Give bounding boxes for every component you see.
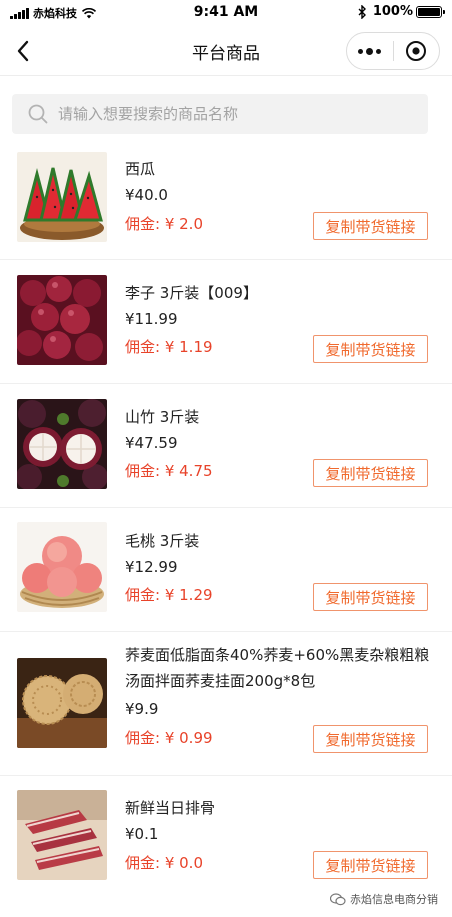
more-dots-icon [358,47,382,55]
product-name: 新鲜当日排骨 [125,799,216,817]
product-price: ¥0.1 [125,825,159,843]
copy-link-button[interactable]: 复制带货链接 [313,335,428,363]
copy-link-button[interactable]: 复制带货链接 [313,212,428,240]
mini-program-capsule [346,32,440,70]
product-image-noodles[interactable] [17,658,107,748]
nav-bar: 平台商品 [0,26,452,76]
bluetooth-icon [358,4,366,19]
product-image-peaches[interactable] [17,522,107,612]
watermark: 赤焰信息电商分销 [330,891,438,907]
copy-link-button[interactable]: 复制带货链接 [313,725,428,753]
product-image-plums[interactable] [17,275,107,365]
product-commission: 佣金: ¥ 1.29 [125,586,213,604]
product-item[interactable]: 山竹 3斤装 ¥47.59 佣金: ¥ 4.75 复制带货链接 [0,384,452,508]
product-name: 西瓜 [125,160,156,178]
product-price: ¥9.9 [125,700,159,718]
product-commission: 佣金: ¥ 0.99 [125,729,213,747]
copy-link-button[interactable]: 复制带货链接 [313,459,428,487]
search-input[interactable] [58,105,398,123]
product-image-mangosteen[interactable] [17,399,107,489]
search-icon [28,104,48,124]
target-close-icon [406,41,427,61]
product-item[interactable]: 毛桃 3斤装 ¥12.99 佣金: ¥ 1.29 复制带货链接 [0,508,452,632]
product-commission: 佣金: ¥ 4.75 [125,462,213,480]
product-name: 荞麦面低脂面条40%荞麦+60%黑麦杂粮粗粮汤面拌面荞麦挂面200g*8包 [125,646,430,690]
more-button[interactable] [347,33,393,69]
product-commission: 佣金: ¥ 2.0 [125,215,203,233]
product-image-ribs[interactable] [17,790,107,880]
close-button[interactable] [394,33,440,69]
product-commission: 佣金: ¥ 0.0 [125,854,203,872]
product-commission: 佣金: ¥ 1.19 [125,338,213,356]
product-list: 西瓜 ¥40.0 佣金: ¥ 2.0 复制带货链接 李子 3斤装【009】 ¥1… [0,138,452,911]
product-price: ¥40.0 [125,186,168,204]
product-price: ¥11.99 [125,310,178,328]
product-price: ¥12.99 [125,558,178,576]
wechat-icon [330,892,346,905]
product-item[interactable]: 西瓜 ¥40.0 佣金: ¥ 2.0 复制带货链接 [0,138,452,260]
status-bar: 赤焰科技 9:41 AM 100% [0,0,452,26]
product-item[interactable]: 荞麦面低脂面条40%荞麦+60%黑麦杂粮粗粮汤面拌面荞麦挂面200g*8包 ¥9… [0,632,452,776]
product-image-watermelon[interactable] [17,152,107,242]
product-name: 山竹 3斤装 [125,408,200,426]
product-price: ¥47.59 [125,434,178,452]
product-item[interactable]: 李子 3斤装【009】 ¥11.99 佣金: ¥ 1.19 复制带货链接 [0,260,452,384]
product-name: 毛桃 3斤装 [125,532,200,550]
battery-icon [416,5,445,18]
copy-link-button[interactable]: 复制带货链接 [313,583,428,611]
search-bar[interactable] [12,94,428,134]
watermark-text: 赤焰信息电商分销 [350,893,438,906]
product-name: 李子 3斤装【009】 [125,284,258,302]
copy-link-button[interactable]: 复制带货链接 [313,851,428,879]
status-right: 100% [358,4,445,19]
battery-percent: 100% [372,4,413,19]
